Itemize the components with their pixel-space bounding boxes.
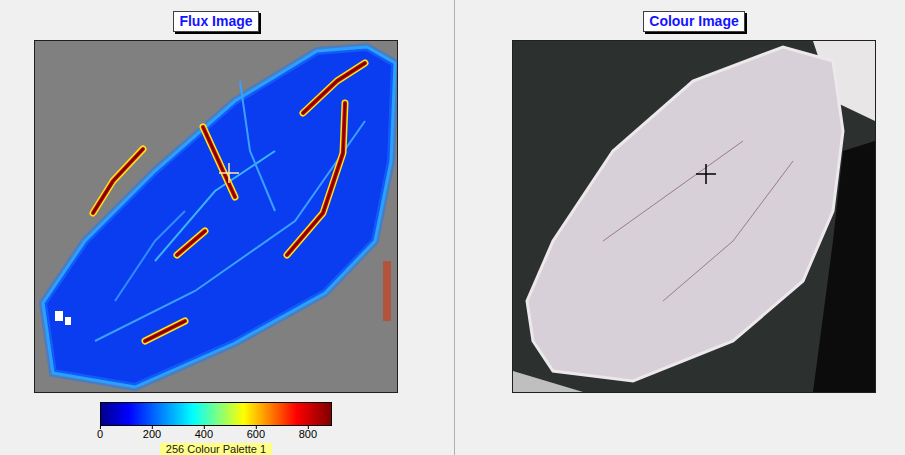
colour-panel: Colour Image — [455, 0, 905, 455]
colour-bar-tick: 800 — [299, 426, 317, 440]
flux-image — [35, 41, 397, 392]
crosshair-icon — [696, 164, 716, 184]
colour-bar-tick: 0 — [97, 426, 103, 440]
colour-image — [513, 41, 875, 392]
colour-bar: 0 200 400 600 800 256 Colour Palette 1 — [100, 402, 332, 455]
panel-title: Flux Image — [173, 11, 258, 32]
colour-bar-tick: 600 — [247, 426, 265, 440]
colour-gradient — [100, 402, 332, 426]
panel-title: Colour Image — [643, 11, 744, 32]
crosshair-icon — [219, 163, 239, 183]
colour-bar-tick: 200 — [143, 426, 161, 440]
app-window: Flux Image 0 200 400 600 800 256 Colour Palett… — [0, 0, 905, 455]
flux-panel: Flux Image 0 200 400 600 800 256 Colour Palett… — [0, 0, 455, 455]
palette-label: 256 Colour Palette 1 — [160, 443, 272, 455]
colour-bar-tick: 400 — [195, 426, 213, 440]
